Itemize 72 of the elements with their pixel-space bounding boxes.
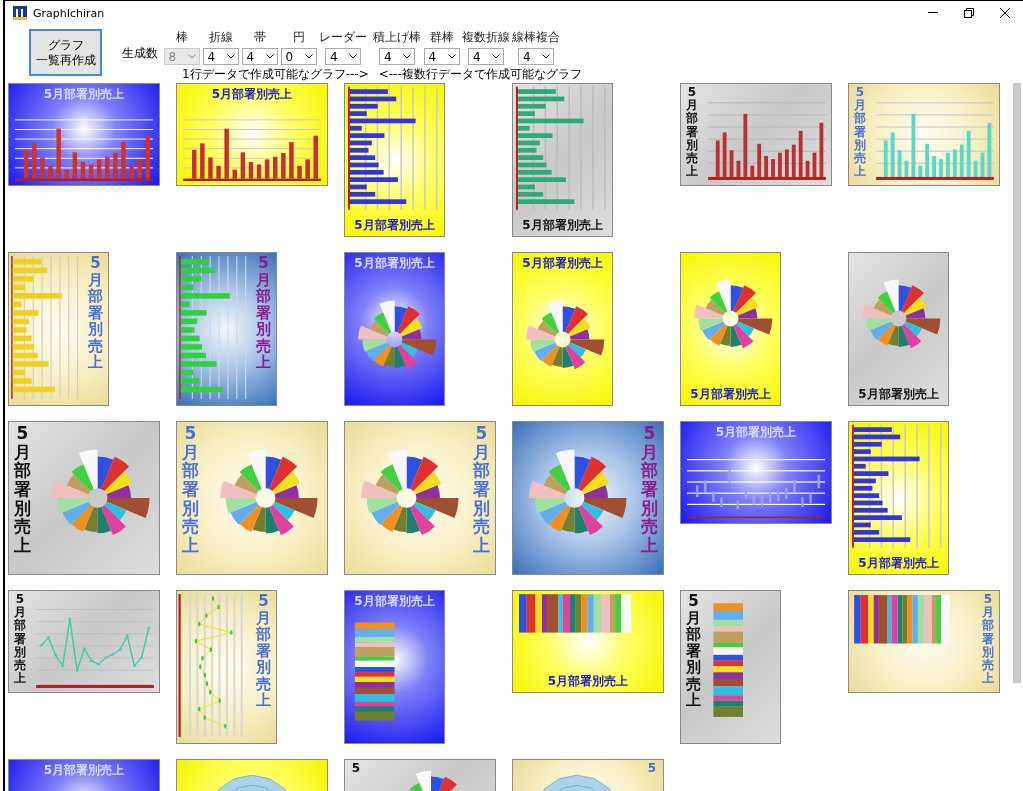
chart-title: 5月部署別売上 [13,591,27,686]
chart-thumbnail[interactable]: 5月部署別売上 [8,252,109,406]
chart-title: 5月部署別売上 [640,422,659,555]
chart-thumbnail[interactable]: 5月部署別売上 [344,590,445,744]
chart-thumbnail[interactable]: 5月部署別売上 [848,590,1000,693]
count-label: 積上げ棒 [373,29,421,46]
chart-thumbnail[interactable]: 5月部署別売上 [512,590,664,693]
chart-thumbnail[interactable]: 5月部署別売上 [512,252,613,406]
chart-title: 5月部署別売上 [13,422,32,555]
chart-title: 5月部署別売上 [853,84,867,179]
count-dropdown[interactable]: 4 [468,48,504,65]
count-dropdown[interactable]: 4 [241,48,278,65]
chart-title: 5月部署別売上 [857,555,940,572]
chart-thumbnail[interactable]: 5 [512,759,664,791]
chart-thumbnail[interactable]: 5月部署別売上 [176,252,277,406]
window-title: GraphIchiran [33,6,105,20]
chart-title: 5月部署別売上 [353,593,436,610]
chart-title: 5月部署別売上 [42,86,126,103]
count-label: 折線 [208,29,233,46]
chart-title: 5月部署別売上 [685,84,699,179]
count-dropdown[interactable]: 0 [280,48,317,65]
count-label: レーダー [319,29,367,46]
chart-title: 5月部署別売上 [521,217,604,234]
chart-thumbnail[interactable]: 5月部署別売上 [848,252,949,406]
chart-title: 5月部署別売上 [689,386,772,403]
chart-title: 5月部署別売上 [472,422,491,555]
chart-title: 5月部署別売上 [87,253,104,371]
chart-thumbnail[interactable]: 5月部署別売上 [8,590,160,693]
chart-thumbnail[interactable]: 5月部署別売上 [344,421,496,575]
chart-title: 5月部署別売上 [42,762,126,779]
chart-thumbnail[interactable]: 5月部署別売上 [680,252,781,406]
count-dropdown[interactable]: 4 [325,48,361,65]
chart-thumbnail[interactable]: 5月部署別売上 [176,83,328,186]
count-label: 群棒 [429,29,454,46]
hint-text: <---複数行データで作成可能なグラフ [378,66,582,83]
chart-thumbnail[interactable]: 5月部署別売上 [344,252,445,406]
chart-thumbnail[interactable]: 5月部署別売上 [344,83,445,237]
chart-thumbnail[interactable]: 5月部署別売上 [176,590,277,744]
count-label: 帯 [253,29,266,46]
count-dropdown[interactable]: 4 [423,48,460,65]
chart-title: 5 [646,760,658,776]
chart-title: 5月部署別売上 [210,86,294,103]
chart-thumbnail[interactable]: 5月部署別売上 [8,421,160,575]
chart-title: 5月部署別売上 [353,255,436,272]
count-dropdown[interactable]: 4 [379,48,415,65]
chart-thumbnail[interactable]: 5月部署別売上 [512,83,613,237]
count-dropdown[interactable]: 4 [518,48,554,65]
count-label: 線棒複合 [512,29,560,46]
chart-title: 5月部署別売上 [353,217,436,234]
chart-thumbnail[interactable]: 5月部署別売上 [680,590,781,744]
chart-thumbnail[interactable]: 5月部署別売上 [848,421,949,575]
count-label: 生成数 [122,45,158,62]
chart-title: 5 [350,760,362,776]
chart-title: 5月部署別売上 [255,253,272,371]
count-dropdown[interactable]: 4 [202,48,239,65]
chart-thumbnail[interactable]: 5月部署別売上 [176,421,328,575]
count-label: 複数折線 [462,29,510,46]
chart-title: 5月部署別売上 [546,673,630,690]
chart-title: 5月部署別売上 [981,591,995,686]
count-label: 棒 [175,29,188,46]
hint-text: 1行データで作成可能なグラフ---> [182,66,369,83]
chart-title: 5月部署別売上 [685,591,702,709]
count-label: 円 [292,29,305,46]
chart-title: 5月部署別売上 [521,255,604,272]
chart-thumbnail[interactable]: 5 [344,759,496,791]
chart-thumbnail[interactable]: 5月部署別売上 [848,83,1000,186]
rebuild-button[interactable]: グラフ 一覧再作成 [29,29,102,76]
chart-title: 5月部署別売上 [857,386,940,403]
chart-thumbnail[interactable]: 5月部署別売上 [680,83,832,186]
chart-title: 5月部署別売上 [181,422,200,555]
chart-title: 5月部署別売上 [255,591,272,709]
chart-title: 5月部署別売上 [714,424,798,441]
